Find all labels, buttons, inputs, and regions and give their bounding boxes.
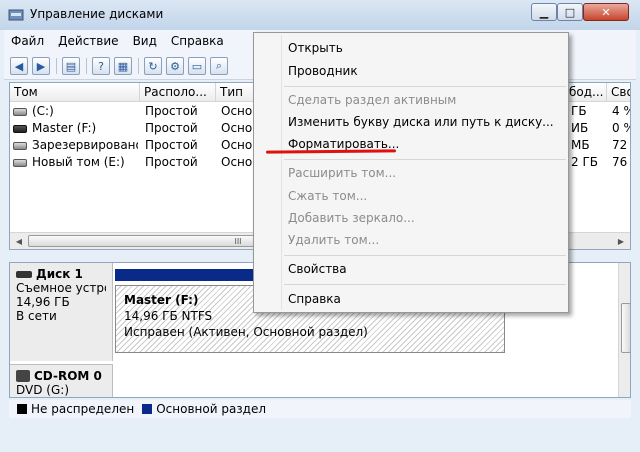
menu-item-change-letter[interactable]: Изменить букву диска или путь к диску...: [288, 115, 554, 129]
scroll-grip: III: [234, 236, 242, 246]
volume-layout: Простой: [145, 121, 198, 135]
menu-file[interactable]: Файл: [4, 34, 51, 48]
menu-item-open[interactable]: Открыть: [288, 41, 343, 55]
menu-gutter: [281, 35, 282, 310]
disk-1-size: 14,96 ГБ: [16, 295, 70, 309]
volume-free: ГБ: [571, 104, 587, 118]
disk-1-status: В сети: [16, 309, 57, 323]
close-icon[interactable]: ✕: [583, 3, 629, 21]
menu-item-mark-active[interactable]: Сделать раздел активным: [288, 93, 456, 107]
open-folder-icon[interactable]: ▭: [188, 57, 206, 75]
volume-free: ИБ: [571, 121, 589, 135]
refresh-icon[interactable]: ↻: [144, 57, 162, 75]
menu-help[interactable]: Справка: [164, 34, 231, 48]
menu-item-help[interactable]: Справка: [288, 292, 341, 306]
volume-free-pct: 72: [612, 138, 628, 152]
partition-status: Исправен (Активен, Основной раздел): [124, 325, 368, 339]
drive-icon: [13, 142, 27, 150]
usb-drive-icon: [13, 125, 27, 133]
console-tree-icon[interactable]: ▤: [62, 57, 80, 75]
forward-icon[interactable]: ▶: [32, 57, 50, 75]
unallocated-swatch: [17, 404, 27, 414]
column-free[interactable]: бод...: [565, 83, 607, 102]
volume-free-pct: 0 %: [612, 121, 630, 135]
context-menu: Открыть Проводник Сделать раздел активны…: [253, 32, 569, 313]
menu-separator: [284, 86, 566, 87]
maximize-icon[interactable]: □: [557, 3, 583, 21]
volume-name: (C:): [32, 104, 54, 118]
cdrom-header: CD-ROM 0: [16, 369, 106, 383]
menu-separator: [284, 255, 566, 256]
menu-item-properties[interactable]: Свойства: [288, 262, 347, 276]
cdrom-drive: DVD (G:): [16, 383, 69, 397]
menu-item-explorer[interactable]: Проводник: [288, 64, 358, 78]
removable-disk-icon: [16, 270, 32, 278]
scroll-left-icon[interactable]: ◀: [12, 235, 26, 248]
column-volume[interactable]: Том: [10, 83, 140, 102]
disk-1-name: Диск 1: [36, 267, 83, 281]
volume-free-pct: 4 %: [612, 104, 630, 118]
disk-management-window: Управление дисками ▁ □ ✕ Файл Действие В…: [0, 0, 640, 452]
toolbar-divider: [86, 58, 87, 74]
volume-layout: Простой: [145, 104, 198, 118]
volume-layout: Простой: [145, 155, 198, 169]
menu-item-extend[interactable]: Расширить том...: [288, 166, 396, 180]
toolbar-divider: [56, 58, 57, 74]
menu-separator: [284, 159, 566, 160]
menu-separator: [284, 284, 566, 285]
minimize-icon[interactable]: ▁: [531, 3, 557, 21]
primary-swatch: [142, 404, 153, 414]
scroll-right-icon[interactable]: ▶: [614, 235, 628, 248]
legend: Не распределен Основной раздел: [9, 400, 631, 418]
menu-item-add-mirror[interactable]: Добавить зеркало...: [288, 211, 415, 225]
volume-layout: Простой: [145, 138, 198, 152]
partition-color-bar: [115, 269, 253, 281]
properties-icon[interactable]: ▦: [114, 57, 132, 75]
help-icon[interactable]: ?: [92, 57, 110, 75]
volume-name: Зарезервировано...: [32, 138, 138, 152]
legend-unallocated: Не распределен: [31, 402, 135, 416]
window-title: Управление дисками: [30, 7, 164, 21]
scroll-thumb[interactable]: [621, 303, 630, 353]
cdrom-name: CD-ROM 0: [34, 369, 102, 383]
back-icon[interactable]: ◀: [10, 57, 28, 75]
volume-free-pct: 76: [612, 155, 628, 169]
menu-item-delete[interactable]: Удалить том...: [288, 233, 379, 247]
title-bar: Управление дисками ▁ □ ✕: [0, 0, 640, 30]
cdrom-info[interactable]: CD-ROM 0 DVD (G:): [10, 364, 113, 397]
toolbar-divider: [138, 58, 139, 74]
disk-management-icon: [8, 9, 24, 21]
search-icon[interactable]: ⌕: [210, 57, 228, 75]
disk-1-header: Диск 1: [16, 267, 106, 281]
menu-view[interactable]: Вид: [126, 34, 164, 48]
column-layout[interactable]: Располо...: [140, 83, 216, 102]
disk-1-type: Съемное устро: [16, 281, 106, 295]
disk-1-info[interactable]: Диск 1 Съемное устро 14,96 ГБ В сети: [10, 263, 113, 361]
drive-icon: [13, 108, 27, 116]
legend-primary: Основной раздел: [156, 402, 267, 416]
menu-action[interactable]: Действие: [51, 34, 125, 48]
settings-icon[interactable]: ⚙: [166, 57, 184, 75]
volume-free: 2 ГБ: [571, 155, 598, 169]
volume-name: Новый том (E:): [32, 155, 125, 169]
menu-item-shrink[interactable]: Сжать том...: [288, 189, 367, 203]
vertical-scrollbar[interactable]: [618, 263, 630, 397]
column-free-pct[interactable]: Сво: [607, 83, 630, 102]
volume-name: Master (F:): [32, 121, 97, 135]
volume-free: МБ: [571, 138, 590, 152]
drive-icon: [13, 159, 27, 167]
cdrom-icon: [16, 370, 30, 382]
